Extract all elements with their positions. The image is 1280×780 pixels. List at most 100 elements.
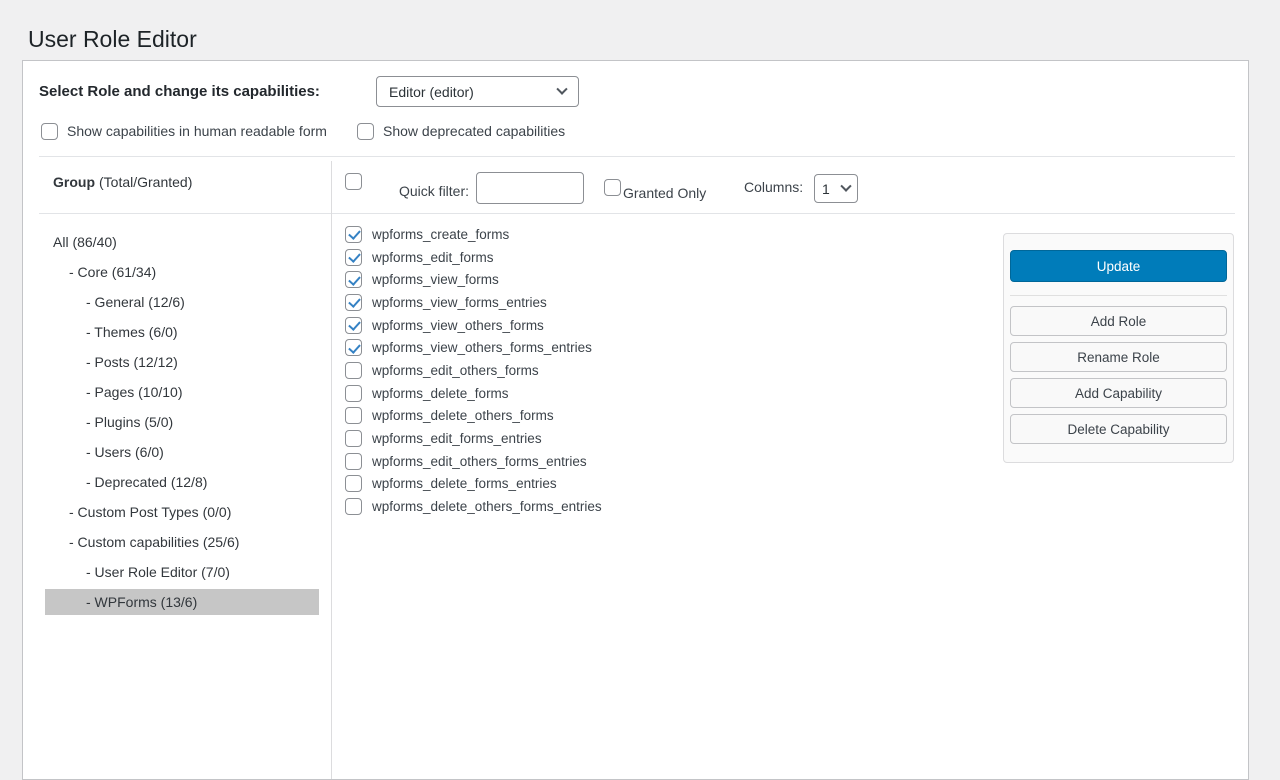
capabilities-list: wpforms_create_forms wpforms_edit_formswp…: [345, 223, 602, 518]
group-tree-item-label: - Pages (10/10): [86, 384, 183, 400]
capability-name[interactable]: wpforms_view_others_forms: [372, 318, 544, 333]
capability-row: wpforms_view_others_forms_entries: [345, 336, 602, 359]
capability-name[interactable]: wpforms_edit_forms: [372, 250, 494, 265]
role-select[interactable]: Editor (editor): [376, 76, 579, 107]
group-tree-item[interactable]: - General (12/6): [45, 289, 319, 315]
capability-row: wpforms_delete_forms_entries: [345, 473, 602, 496]
select-all-capabilities-checkbox[interactable]: [345, 173, 362, 190]
capability-name[interactable]: wpforms_edit_others_forms_entries: [372, 454, 587, 469]
capability-row: wpforms_edit_others_forms_entries: [345, 450, 602, 473]
columns-select-value: 1: [822, 181, 830, 197]
chevron-down-icon: [840, 180, 851, 191]
group-tree-item-label: All (86/40): [53, 234, 117, 250]
capability-checkbox[interactable]: [345, 339, 362, 356]
capability-checkbox[interactable]: [345, 430, 362, 447]
user-role-editor-panel: Select Role and change its capabilities:…: [22, 60, 1249, 780]
add-role-button[interactable]: Add Role: [1010, 306, 1227, 336]
column-divider: [331, 161, 332, 779]
capability-name[interactable]: wpforms_edit_forms_entries: [372, 431, 542, 446]
capability-name[interactable]: wpforms_delete_others_forms: [372, 408, 554, 423]
capability-checkbox[interactable]: [345, 249, 362, 266]
capability-row: wpforms_edit_forms_entries: [345, 427, 602, 450]
capability-checkbox[interactable]: [345, 385, 362, 402]
group-tree-item-label: - WPForms (13/6): [86, 594, 197, 610]
divider: [39, 156, 1235, 157]
capability-row: wpforms_delete_others_forms: [345, 405, 602, 428]
capability-row: wpforms_view_forms_entries: [345, 291, 602, 314]
capability-checkbox[interactable]: [345, 453, 362, 470]
deprecated-label[interactable]: Show deprecated capabilities: [383, 123, 565, 139]
capability-checkbox[interactable]: [345, 294, 362, 311]
capability-name[interactable]: wpforms_delete_others_forms_entries: [372, 499, 602, 514]
group-tree-item[interactable]: - WPForms (13/6): [45, 589, 319, 615]
group-tree-item[interactable]: All (86/40): [45, 229, 319, 255]
chevron-down-icon: [556, 83, 567, 94]
group-tree-item[interactable]: - Core (61/34): [45, 259, 319, 285]
group-tree-item[interactable]: - Posts (12/12): [45, 349, 319, 375]
capability-row: wpforms_create_forms: [345, 223, 602, 246]
capability-row: wpforms_view_forms: [345, 268, 602, 291]
human-readable-checkbox[interactable]: [41, 123, 58, 140]
group-tree-item[interactable]: - Custom capabilities (25/6): [45, 529, 319, 555]
delete-capability-button[interactable]: Delete Capability: [1010, 414, 1227, 444]
group-header: Group(Total/Granted): [53, 174, 192, 190]
group-tree-item[interactable]: - User Role Editor (7/0): [45, 559, 319, 585]
columns-label: Columns:: [744, 179, 803, 195]
group-tree-item[interactable]: - Users (6/0): [45, 439, 319, 465]
capability-checkbox[interactable]: [345, 226, 362, 243]
actions-panel: Update Add Role Rename Role Add Capabili…: [1003, 233, 1234, 463]
capability-row: wpforms_edit_forms: [345, 246, 602, 269]
capability-checkbox[interactable]: [345, 407, 362, 424]
page-title: User Role Editor: [28, 25, 197, 54]
group-tree-item-label: - Deprecated (12/8): [86, 474, 207, 490]
capability-name[interactable]: wpforms_delete_forms_entries: [372, 476, 557, 491]
group-tree-item[interactable]: - Pages (10/10): [45, 379, 319, 405]
group-tree-item-label: - Posts (12/12): [86, 354, 178, 370]
capability-checkbox[interactable]: [345, 271, 362, 288]
capability-checkbox[interactable]: [345, 362, 362, 379]
columns-select[interactable]: 1: [814, 174, 858, 203]
group-tree-item-label: - User Role Editor (7/0): [86, 564, 230, 580]
capability-checkbox[interactable]: [345, 498, 362, 515]
group-header-suffix: (Total/Granted): [99, 174, 192, 190]
capability-name[interactable]: wpforms_create_forms: [372, 227, 509, 242]
capability-row: wpforms_edit_others_forms: [345, 359, 602, 382]
update-button[interactable]: Update: [1010, 250, 1227, 282]
group-tree-item-label: - Custom Post Types (0/0): [69, 504, 231, 520]
capability-row: wpforms_delete_others_forms_entries: [345, 495, 602, 518]
rename-role-button[interactable]: Rename Role: [1010, 342, 1227, 372]
add-capability-button[interactable]: Add Capability: [1010, 378, 1227, 408]
deprecated-checkbox[interactable]: [357, 123, 374, 140]
capability-checkbox[interactable]: [345, 317, 362, 334]
group-tree-item[interactable]: - Custom Post Types (0/0): [45, 499, 319, 525]
group-tree-item-label: - Plugins (5/0): [86, 414, 173, 430]
group-tree-item[interactable]: - Deprecated (12/8): [45, 469, 319, 495]
group-tree-item[interactable]: - Themes (6/0): [45, 319, 319, 345]
quick-filter-input[interactable]: [476, 172, 584, 204]
quick-filter-label: Quick filter:: [399, 183, 469, 199]
granted-only-label[interactable]: Granted Only: [623, 185, 706, 201]
capability-name[interactable]: wpforms_delete_forms: [372, 386, 509, 401]
capability-checkbox[interactable]: [345, 475, 362, 492]
deprecated-option: Show deprecated capabilities: [357, 121, 565, 141]
group-tree: All (86/40) - Core (61/34) - General (12/6…: [45, 229, 319, 619]
divider: [1010, 295, 1227, 296]
select-role-label: Select Role and change its capabilities:: [39, 83, 320, 100]
capability-name[interactable]: wpforms_view_others_forms_entries: [372, 340, 592, 355]
granted-only-checkbox[interactable]: [604, 179, 621, 196]
human-readable-option: Show capabilities in human readable form: [41, 121, 327, 141]
group-tree-item-label: - Custom capabilities (25/6): [69, 534, 239, 550]
capability-name[interactable]: wpforms_view_forms_entries: [372, 295, 547, 310]
capability-row: wpforms_view_others_forms: [345, 314, 602, 337]
group-tree-item[interactable]: - Plugins (5/0): [45, 409, 319, 435]
group-tree-item-label: - Users (6/0): [86, 444, 164, 460]
capability-name[interactable]: wpforms_edit_others_forms: [372, 363, 539, 378]
role-select-value: Editor (editor): [389, 84, 474, 100]
group-tree-item-label: - Themes (6/0): [86, 324, 178, 340]
capability-name[interactable]: wpforms_view_forms: [372, 272, 499, 287]
divider: [39, 213, 1235, 214]
capability-row: wpforms_delete_forms: [345, 382, 602, 405]
human-readable-label[interactable]: Show capabilities in human readable form: [67, 123, 327, 139]
group-header-bold: Group: [53, 174, 95, 190]
group-tree-item-label: - Core (61/34): [69, 264, 156, 280]
